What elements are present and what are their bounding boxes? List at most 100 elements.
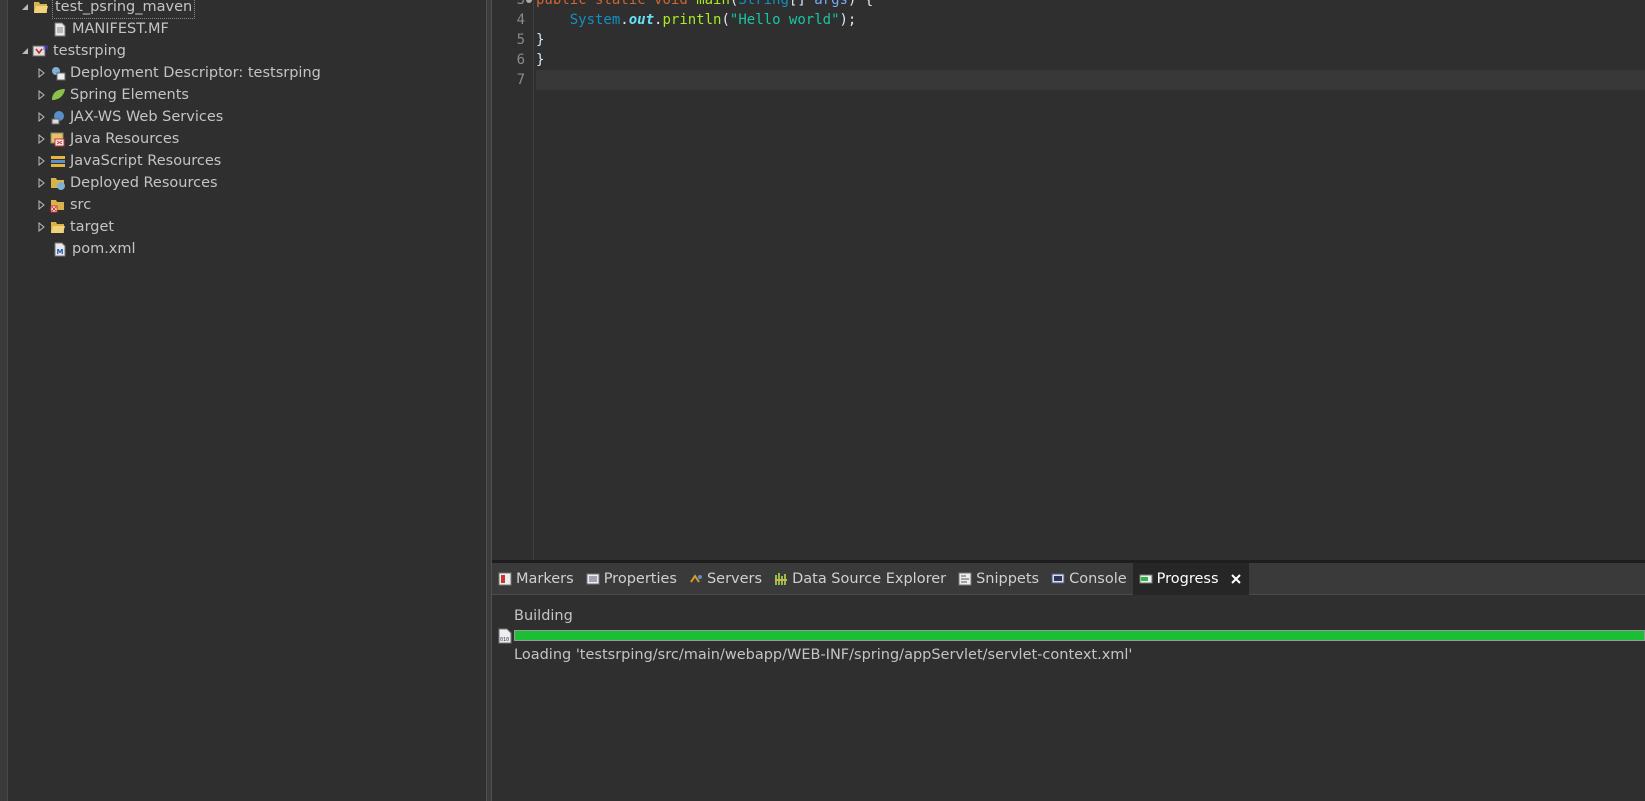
collapsed-triangle-icon[interactable] — [35, 84, 49, 106]
tab-label: Console — [1069, 571, 1127, 587]
properties-icon — [585, 571, 601, 587]
tab-progress[interactable]: Progress — [1132, 563, 1249, 595]
progress-bar-fill — [515, 631, 1644, 640]
tab-label: Data Source Explorer — [792, 571, 947, 587]
code-line-7-current[interactable] — [536, 70, 1645, 90]
tab-data-source-explorer[interactable]: Data Source Explorer — [768, 563, 952, 595]
close-icon[interactable] — [1229, 572, 1243, 586]
collapsed-triangle-icon[interactable] — [35, 106, 49, 128]
tab-properties[interactable]: Properties — [580, 563, 683, 595]
tree-item-label: Deployed Resources — [70, 175, 218, 191]
parameter-name: args — [814, 0, 848, 8]
collapsed-triangle-icon[interactable] — [35, 62, 49, 84]
line-number: 5 — [516, 32, 525, 48]
line-number: 7 — [516, 72, 525, 88]
code-punctuation: ( — [721, 12, 730, 28]
code-editor[interactable]: 3 4 5 6 7 public static void main(String… — [492, 0, 1645, 560]
svg-text:M: M — [57, 248, 64, 256]
tree-item-manifest[interactable]: MANIFEST.MF — [51, 18, 169, 40]
collapsed-triangle-icon[interactable] — [35, 194, 49, 216]
tree-item-spring-elements[interactable]: Spring Elements — [35, 84, 189, 106]
line-number: 6 — [516, 52, 525, 68]
tree-item-src[interactable]: src — [35, 194, 91, 216]
tab-label: Markers — [516, 571, 574, 587]
class-name: System — [569, 12, 621, 28]
code-punctuation: ) { — [847, 0, 874, 8]
maven-pom-icon: M — [51, 240, 69, 258]
web-services-icon — [49, 108, 67, 126]
servers-icon — [688, 571, 704, 587]
left-window-strip — [0, 0, 8, 801]
web-project-icon: M — [32, 42, 50, 60]
tree-item-pom-xml[interactable]: M pom.xml — [51, 238, 136, 260]
code-punctuation: . — [620, 12, 629, 28]
collapsed-triangle-icon[interactable] — [35, 128, 49, 150]
line-number: 3 — [516, 0, 525, 8]
collapsed-triangle-icon[interactable] — [35, 172, 49, 194]
bottom-panel: Markers Properties Servers Data Source E… — [492, 563, 1645, 801]
expanded-triangle-icon[interactable] — [18, 0, 32, 18]
tree-item-jax-ws[interactable]: JAX-WS Web Services — [35, 106, 223, 128]
file-icon — [51, 20, 69, 38]
view-tab-bar: Markers Properties Servers Data Source E… — [492, 563, 1645, 595]
collapsed-triangle-icon[interactable] — [35, 150, 49, 172]
tree-item-deployment-descriptor[interactable]: Deployment Descriptor: testsrping — [35, 62, 321, 84]
progress-bar — [514, 630, 1645, 641]
code-punctuation: } — [536, 52, 545, 68]
fold-marker-icon[interactable] — [526, 0, 532, 3]
binary-file-icon: 010 — [498, 628, 512, 644]
keyword: static — [595, 0, 646, 8]
open-folder-icon — [49, 218, 67, 236]
javascript-resources-icon — [49, 152, 67, 170]
tree-item-testsrping[interactable]: M testsrping — [18, 40, 126, 62]
tree-item-label: src — [70, 197, 92, 213]
tab-label: Servers — [706, 571, 763, 587]
keyword: void — [654, 0, 688, 8]
tab-label: Progress — [1156, 571, 1219, 587]
tree-item-label: pom.xml — [72, 241, 136, 257]
svg-text:M: M — [43, 45, 48, 52]
tree-item-label: target — [70, 219, 115, 235]
tree-item-label: Deployment Descriptor: testsrping — [70, 65, 321, 81]
deployment-descriptor-icon — [49, 64, 67, 82]
code-line-3[interactable]: public static void main(String[] args) { — [536, 0, 1645, 10]
collapsed-triangle-icon[interactable] — [35, 216, 49, 238]
tree-item-javascript-resources[interactable]: JavaScript Resources — [35, 150, 221, 172]
line-number: 4 — [516, 12, 525, 28]
markers-icon — [497, 571, 513, 587]
tree-item-label: JAX-WS Web Services — [70, 109, 224, 125]
line-number-gutter: 3 4 5 6 7 — [492, 0, 534, 560]
tab-markers[interactable]: Markers — [492, 563, 580, 595]
tab-label: Properties — [603, 571, 677, 587]
svg-text:010: 010 — [500, 637, 509, 643]
field-name: out — [628, 12, 655, 28]
open-folder-icon — [32, 0, 50, 16]
tree-item-java-resources[interactable]: Java Resources — [35, 128, 179, 150]
tree-item-label: JavaScript Resources — [70, 153, 222, 169]
method-name: main — [696, 0, 730, 8]
code-punctuation: [] — [788, 0, 815, 8]
code-line-5[interactable]: } — [536, 30, 1645, 50]
string-literal: "Hello world" — [729, 12, 840, 28]
tree-item-label: testsrping — [53, 43, 126, 59]
tree-item-target[interactable]: target — [35, 216, 114, 238]
code-punctuation: ); — [839, 12, 857, 28]
tab-servers[interactable]: Servers — [683, 563, 768, 595]
code-punctuation: } — [536, 32, 545, 48]
java-resources-icon — [49, 130, 67, 148]
spring-leaf-icon — [49, 86, 67, 104]
tree-item-test-psring-maven[interactable]: test_psring_maven — [18, 0, 196, 19]
deployed-resources-icon — [49, 174, 67, 192]
tree-item-label: Java Resources — [70, 131, 180, 147]
project-explorer: test_psring_maven MANIFEST.MF M testsrpi… — [8, 0, 486, 801]
code-line-4[interactable]: System.out.println("Hello world"); — [536, 10, 1645, 30]
snippets-icon — [957, 571, 973, 587]
tree-item-label: test_psring_maven — [51, 0, 196, 19]
expanded-triangle-icon[interactable] — [18, 40, 32, 62]
tab-snippets[interactable]: Snippets — [952, 563, 1045, 595]
tab-console[interactable]: Console — [1045, 563, 1133, 595]
tree-item-deployed-resources[interactable]: Deployed Resources — [35, 172, 218, 194]
code-line-6[interactable]: } — [536, 50, 1645, 70]
method-name: println — [662, 12, 722, 28]
